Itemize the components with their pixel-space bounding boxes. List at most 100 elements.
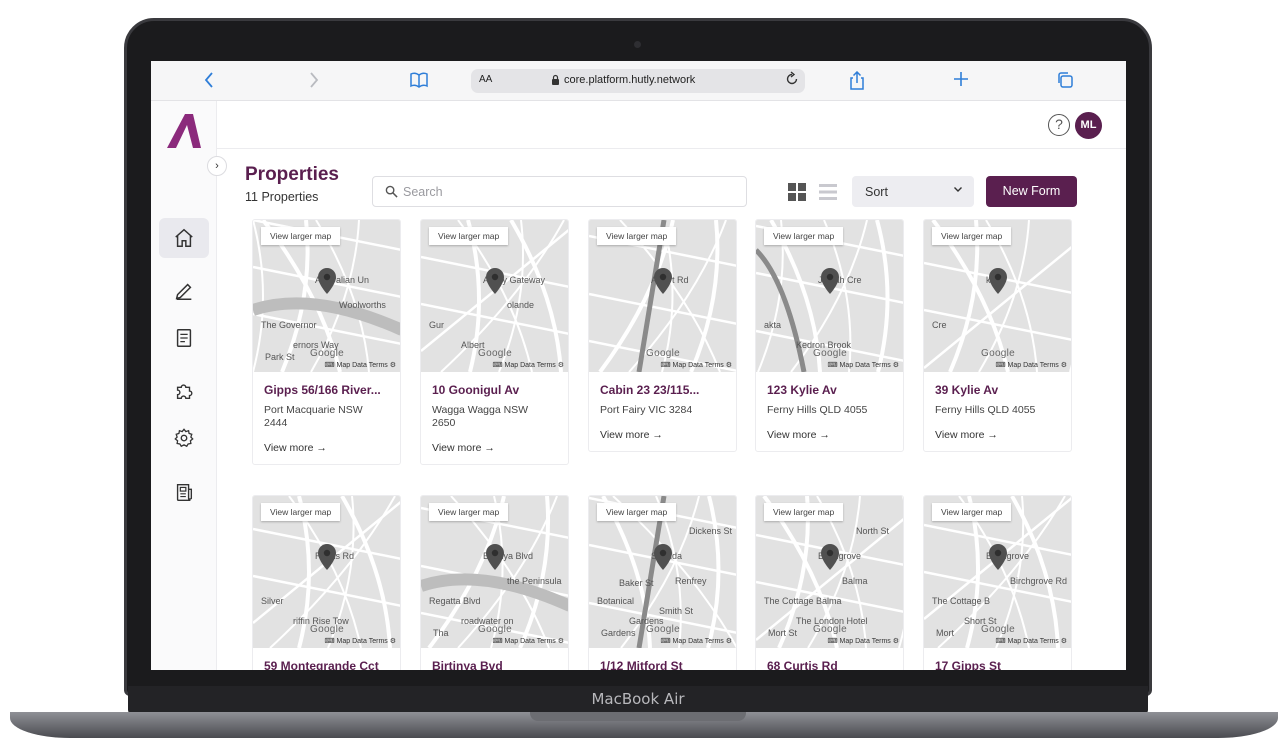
property-title[interactable]: 59 Montegrande Cct [264, 659, 389, 670]
property-address: Ferny Hills QLD 4055 [767, 404, 868, 416]
sidebar-item-home[interactable] [159, 218, 209, 258]
newspaper-icon [176, 483, 193, 501]
view-more-link[interactable]: View more → [432, 442, 557, 454]
reload-icon[interactable] [785, 71, 799, 91]
view-larger-map-button[interactable]: View larger map [261, 503, 341, 521]
sidebar-item-documents[interactable] [159, 318, 209, 358]
lock-icon [551, 73, 560, 91]
view-larger-map-button[interactable]: View larger map [764, 227, 844, 245]
property-card[interactable]: ktaCreView larger mapGoogle⌨ Map Data Te… [923, 219, 1072, 452]
view-larger-map-button[interactable]: View larger map [932, 503, 1012, 521]
map-attribution[interactable]: ⌨ Map Data Terms ⚙ [589, 636, 736, 648]
sidebar-item-news[interactable] [159, 472, 209, 512]
view-larger-map-button[interactable]: View larger map [597, 503, 677, 521]
property-title[interactable]: Cabin 23 23/115... [600, 383, 725, 397]
map-label: North St [856, 526, 890, 536]
view-larger-map-button[interactable]: View larger map [764, 503, 844, 521]
map-attribution[interactable]: ⌨ Map Data Terms ⚙ [253, 360, 400, 372]
list-view-icon[interactable] [818, 182, 838, 202]
property-address: Ferny Hills QLD 4055 [935, 404, 1036, 416]
view-larger-map-button[interactable]: View larger map [261, 227, 341, 245]
property-title[interactable]: 123 Kylie Av [767, 383, 892, 397]
property-title[interactable]: 39 Kylie Av [935, 383, 1060, 397]
map-embed[interactable]: Albert RdView larger mapGoogle⌨ Map Data… [589, 220, 736, 372]
property-card[interactable]: Albert RdView larger mapGoogle⌨ Map Data… [588, 219, 737, 452]
map-label: akta [764, 320, 782, 330]
view-more-link[interactable]: View more → [767, 429, 892, 441]
map-attribution[interactable]: ⌨ Map Data Terms ⚙ [253, 636, 400, 648]
map-label: Birchgrove Rd [1010, 576, 1068, 586]
view-more-link[interactable]: View more → [264, 442, 389, 454]
reader-aa-button[interactable]: AA [479, 74, 492, 85]
map-attribution[interactable]: ⌨ Map Data Terms ⚙ [924, 636, 1071, 648]
property-card[interactable]: Birtinya Blvd Regatta Blvd roadwater on the… [420, 495, 569, 670]
map-embed[interactable]: Rocks RdSilverriffin Rise TowView larger… [253, 496, 400, 648]
map-embed[interactable]: St KildaBotanicalGardensRenfreyGardensDi… [589, 496, 736, 648]
map-embed[interactable]: Joalah Cre akta Kedron Brook View larger ma… [756, 220, 903, 372]
document-icon [176, 329, 192, 347]
app-header: ? ML [217, 101, 1126, 149]
property-card[interactable]: Australian Un The Governor ernors Way Woolw… [252, 219, 401, 465]
property-card[interactable]: St KildaBotanicalGardensRenfreyGardensDi… [588, 495, 737, 670]
chevron-right-icon[interactable] [308, 71, 320, 93]
avatar[interactable]: ML [1075, 112, 1102, 139]
map-pin-icon [486, 268, 504, 294]
book-icon[interactable] [409, 71, 429, 93]
chevron-left-icon[interactable] [203, 71, 215, 93]
map-embed[interactable]: Birtinya Blvd Regatta Blvd roadwater on the… [421, 496, 568, 648]
property-title[interactable]: Birtinya Bvd [432, 659, 557, 670]
property-card[interactable]: Rocks RdSilverriffin Rise TowView larger… [252, 495, 401, 670]
view-larger-map-button[interactable]: View larger map [932, 227, 1012, 245]
hutly-logo[interactable] [165, 113, 203, 149]
map-embed[interactable]: Birchgrove The Cottage B Short St Birchgrov… [924, 496, 1071, 648]
view-larger-map-button[interactable]: View larger map [429, 227, 509, 245]
plus-icon[interactable] [953, 71, 969, 91]
map-attribution[interactable]: ⌨ Map Data Terms ⚙ [924, 360, 1071, 372]
map-pin-icon [989, 544, 1007, 570]
property-card[interactable]: Birchgrove The Cottage B Short St Birchgrov… [923, 495, 1072, 670]
screen: AA core.platform.hutly.network › ? ML Pr… [151, 61, 1126, 670]
property-title[interactable]: 17 Gipps St [935, 659, 1060, 670]
sidebar-expand-button[interactable]: › [207, 156, 227, 176]
map-label: The Cottage B [932, 596, 991, 606]
home-icon [175, 228, 193, 247]
share-icon[interactable] [848, 70, 866, 95]
property-title[interactable]: 68 Curtis Rd [767, 659, 892, 670]
tabs-icon[interactable] [1056, 71, 1074, 93]
card-body: 123 Kylie Av Ferny Hills QLD 4055 View mor… [756, 372, 903, 451]
map-pin-icon [654, 268, 672, 294]
map-attribution[interactable]: ⌨ Map Data Terms ⚙ [589, 360, 736, 372]
search-icon [385, 185, 398, 198]
view-larger-map-button[interactable]: View larger map [597, 227, 677, 245]
map-attribution[interactable]: ⌨ Map Data Terms ⚙ [756, 636, 903, 648]
view-more-link[interactable]: View more → [935, 429, 1060, 441]
property-title[interactable]: Gipps 56/166 River... [264, 383, 389, 397]
map-embed[interactable]: Australian Un The Governor ernors Way Woolw… [253, 220, 400, 372]
map-embed[interactable]: Birchgrove The Cottage Balma The London Ho… [756, 496, 903, 648]
view-more-link[interactable]: View more → [600, 429, 725, 441]
sort-dropdown[interactable]: Sort [852, 176, 974, 207]
property-title[interactable]: 1/12 Mitford St [600, 659, 725, 670]
new-form-button[interactable]: New Form [986, 176, 1077, 207]
property-card[interactable]: Joalah Cre akta Kedron Brook View larger ma… [755, 219, 904, 452]
map-pin-icon [318, 268, 336, 294]
property-card[interactable]: Ability Gateway Gur Albert olande View large… [420, 219, 569, 465]
google-logo: Google [981, 624, 1016, 635]
property-title[interactable]: 10 Goonigul Av [432, 383, 557, 397]
grid-view-icon[interactable] [787, 182, 807, 202]
sidebar-item-edit[interactable] [159, 271, 209, 311]
map-embed[interactable]: ktaCreView larger mapGoogle⌨ Map Data Te… [924, 220, 1071, 372]
map-attribution[interactable]: ⌨ Map Data Terms ⚙ [421, 360, 568, 372]
sidebar-item-integrations[interactable] [159, 371, 209, 411]
search-input[interactable]: Search [372, 176, 747, 207]
view-larger-map-button[interactable]: View larger map [429, 503, 509, 521]
google-logo: Google [478, 624, 513, 635]
address-bar[interactable]: AA core.platform.hutly.network [471, 69, 805, 93]
map-pin-icon [989, 268, 1007, 294]
property-card[interactable]: Birchgrove The Cottage Balma The London Ho… [755, 495, 904, 670]
map-attribution[interactable]: ⌨ Map Data Terms ⚙ [756, 360, 903, 372]
question-icon[interactable]: ? [1048, 114, 1070, 136]
sidebar-item-settings[interactable] [159, 418, 209, 458]
map-embed[interactable]: Ability Gateway Gur Albert olande View large… [421, 220, 568, 372]
map-attribution[interactable]: ⌨ Map Data Terms ⚙ [421, 636, 568, 648]
